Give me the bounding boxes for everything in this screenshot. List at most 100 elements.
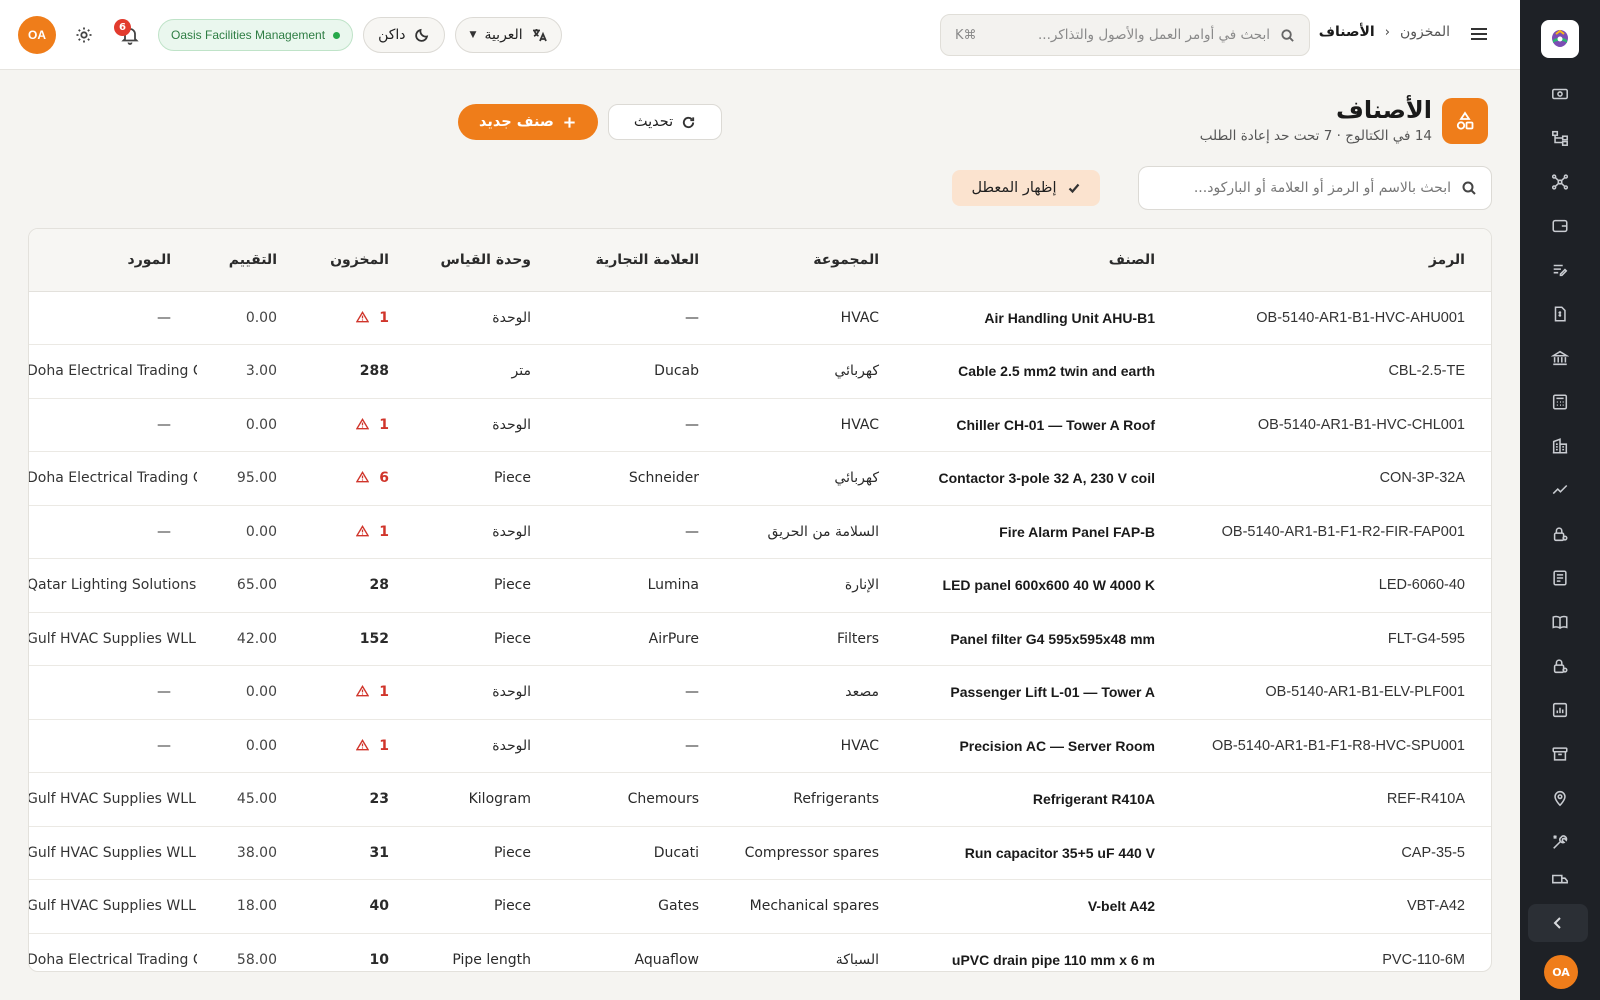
- cell-uom: Piece: [415, 559, 557, 613]
- cell-rate-text: 58.00: [236, 951, 277, 968]
- global-search-placeholder: ابحث في أوامر العمل والأصول والتذاكر...: [1037, 27, 1270, 43]
- cell-uom: Piece: [415, 612, 557, 666]
- lock-user-icon[interactable]: [1546, 520, 1574, 548]
- cell-vendor: —: [29, 398, 197, 452]
- report-icon[interactable]: [1546, 696, 1574, 724]
- table-row[interactable]: LED-6060-40 LED panel 600x600 40 W 4000 K…: [29, 559, 1491, 613]
- global-search-input[interactable]: ابحث في أوامر العمل والأصول والتذاكر... …: [940, 14, 1310, 56]
- location-icon[interactable]: [1546, 784, 1574, 812]
- table-row[interactable]: OB-5140-AR1-B1-F1-R2-FIR-FAP001 Fire Alar…: [29, 505, 1491, 559]
- column-header-name[interactable]: الصنف: [905, 229, 1181, 292]
- cell-vendor: Gulf HVAC Supplies WLL: [29, 880, 197, 934]
- cell-vendor-text: Gulf HVAC Supplies WLL: [28, 630, 196, 647]
- network-icon[interactable]: [1546, 168, 1574, 196]
- building-icon[interactable]: [1546, 432, 1574, 460]
- table-row[interactable]: OB-5140-AR1-B1-ELV-PLF001 Passenger Lift …: [29, 666, 1491, 719]
- cell-rate: 45.00: [197, 773, 303, 827]
- settings-button[interactable]: [66, 17, 102, 53]
- cell-name: V-belt A42: [905, 880, 1181, 934]
- cell-code-text: OB-5140-AR1-B1-F1-R8-HVC-SPU001: [1211, 737, 1465, 754]
- cell-vendor-text: Gulf HVAC Supplies WLL: [28, 791, 196, 808]
- cell-code-text: PVC-110-6M: [1382, 951, 1465, 968]
- table-row[interactable]: FLT-G4-595 Panel filter G4 595x595x48 mm F…: [28, 612, 1491, 666]
- table-row[interactable]: CAP-35-5 Run capacitor 35+5 uF 440 V Compr…: [29, 826, 1491, 880]
- gear-icon: [76, 27, 92, 43]
- hierarchy-icon[interactable]: [1546, 124, 1574, 152]
- top-bar: المخزون ‹ الأصناف ابحث في أوامر العمل وا…: [0, 0, 1520, 70]
- truck-icon[interactable]: [1546, 872, 1574, 888]
- wallet-icon[interactable]: [1546, 212, 1574, 240]
- table-row[interactable]: PVC-110-6M uPVC drain pipe 110 mm x 6 m ال…: [29, 933, 1491, 971]
- trend-icon[interactable]: [1546, 476, 1574, 504]
- list-edit-icon[interactable]: [1546, 256, 1574, 284]
- cell-code: OB-5140-AR1-B1-HVC-CHL001: [1181, 398, 1491, 452]
- cell-vendor: Doha Electrical Trading Co: [29, 933, 197, 971]
- items-search-input[interactable]: ابحث بالاسم أو الرمز أو العلامة أو البار…: [1138, 166, 1492, 210]
- table-row[interactable]: OB-5140-AR1-B1-F1-R8-HVC-SPU001 Precision…: [29, 719, 1491, 773]
- table-row[interactable]: CON-3P-32A Contactor 3-pole 32 A, 230 V c…: [29, 452, 1491, 506]
- lock-user-icon-2[interactable]: [1546, 652, 1574, 680]
- column-header-brand[interactable]: العلامة التجارية: [557, 229, 725, 292]
- cell-group: Filters: [725, 612, 905, 666]
- calculator-icon[interactable]: [1546, 388, 1574, 416]
- user-avatar[interactable]: OA: [18, 16, 56, 54]
- bank-icon[interactable]: [1546, 344, 1574, 372]
- table-row[interactable]: VBT-A42 V-belt A42 Mechanical spares Gates P…: [29, 880, 1491, 934]
- receipt-icon[interactable]: [1546, 564, 1574, 592]
- cell-uom: Piece: [415, 880, 557, 934]
- cell-stock: 288: [303, 345, 415, 399]
- column-header-stock[interactable]: المخزون: [303, 229, 415, 292]
- cell-name: Precision AC — Server Room: [905, 719, 1181, 773]
- archive-icon[interactable]: [1546, 740, 1574, 768]
- cell-stock-text: 40: [369, 898, 389, 915]
- language-switcher[interactable]: العربية ▼: [454, 17, 562, 53]
- new-item-button[interactable]: صنف جديد: [458, 104, 598, 140]
- tools-icon[interactable]: [1546, 828, 1574, 856]
- refresh-button[interactable]: تحديث: [608, 104, 722, 140]
- cell-brand-text: Schneider: [628, 470, 699, 487]
- cell-uom: متر: [415, 345, 557, 399]
- cell-group-text: Mechanical spares: [749, 898, 879, 915]
- language-label: العربية: [484, 27, 523, 43]
- book-icon[interactable]: [1546, 608, 1574, 636]
- cell-brand: Lumina: [557, 559, 725, 613]
- sidebar-avatar[interactable]: OA: [1544, 955, 1578, 989]
- show-broken-toggle[interactable]: إظهار المعطل: [952, 170, 1100, 206]
- cell-stock: 6: [303, 452, 415, 506]
- cell-stock-text: 6: [379, 470, 389, 487]
- breadcrumb-parent[interactable]: المخزون: [1400, 24, 1450, 40]
- cash-icon[interactable]: [1546, 80, 1574, 108]
- cell-code: FLT-G4-595: [1181, 612, 1491, 666]
- table-row[interactable]: REF-R410A Refrigerant R410A Refrigerants Ch…: [28, 773, 1491, 827]
- column-header-vendor[interactable]: المورد: [29, 229, 197, 292]
- cell-group-text: HVAC: [840, 309, 879, 326]
- menu-button[interactable]: [1466, 23, 1490, 47]
- cell-uom-text: الوحدة: [492, 737, 531, 754]
- table-row[interactable]: OB-5140-AR1-B1-HVC-CHL001 Chiller CH-01 —…: [29, 398, 1491, 452]
- theme-label: داكن: [378, 27, 406, 43]
- sidebar-collapse-button[interactable]: [1528, 904, 1588, 942]
- column-header-group[interactable]: المجموعة: [725, 229, 905, 292]
- cell-code: CAP-35-5: [1181, 826, 1491, 880]
- cell-brand: —: [557, 719, 725, 773]
- cell-code: REF-R410A: [1181, 773, 1491, 827]
- table-row[interactable]: CBL-2.5-TE Cable 2.5 mm2 twin and earth كه…: [29, 345, 1491, 399]
- cell-group: HVAC: [725, 291, 905, 345]
- theme-toggle[interactable]: داكن: [363, 17, 445, 53]
- org-status-badge[interactable]: Oasis Facilities Management: [158, 19, 354, 51]
- cell-vendor: —: [29, 291, 197, 345]
- table-row[interactable]: OB-5140-AR1-B1-HVC-AHU001 Air Handling Un…: [29, 291, 1491, 345]
- breadcrumb-current: الأصناف: [1318, 24, 1375, 40]
- cell-rate: 18.00: [197, 880, 303, 934]
- notifications-button[interactable]: 6: [112, 17, 148, 53]
- app-logo[interactable]: [1541, 20, 1579, 58]
- column-header-rate[interactable]: التقييم: [197, 229, 303, 292]
- cell-stock: 1: [303, 505, 415, 559]
- cell-code-text: OB-5140-AR1-B1-HVC-CHL001: [1257, 416, 1465, 433]
- invoice-icon[interactable]: [1546, 300, 1574, 328]
- column-header-uom[interactable]: وحدة القياس: [415, 229, 557, 292]
- cell-vendor-text: —: [157, 684, 171, 701]
- new-item-label: صنف جديد: [479, 114, 554, 130]
- column-header-code[interactable]: الرمز: [1181, 229, 1491, 292]
- online-status-dot: [333, 31, 341, 39]
